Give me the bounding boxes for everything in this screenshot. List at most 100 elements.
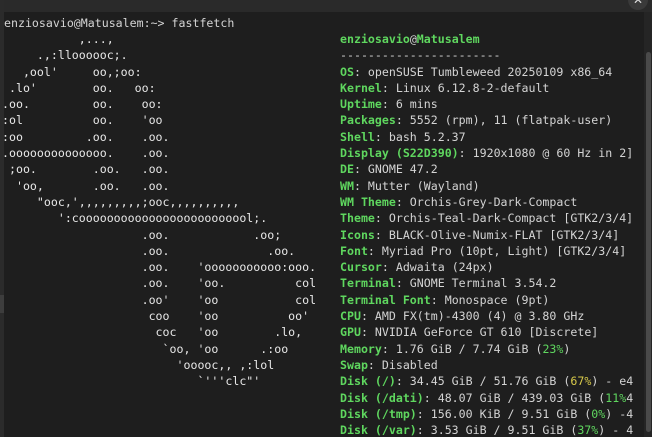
- logo-line: coo 'oo oo': [2, 309, 310, 324]
- info-key: Display (S22D390): [340, 146, 459, 161]
- logo-line: .oooooooooooooo. .oo.: [2, 146, 170, 161]
- info-key: Font: [340, 243, 368, 258]
- info-row-swap: Swap: Disabled: [340, 357, 633, 373]
- disk-percent: 37%: [577, 423, 599, 437]
- logo-line: .oo. 'ooooooooooo:ooo.: [2, 260, 317, 275]
- info-key: Disk (/var): [340, 423, 417, 437]
- separator-line: -----------------------: [340, 48, 501, 63]
- close-button[interactable]: ✕: [628, 0, 648, 10]
- info-value: : BLACK-Olive-Numix-FLAT [GTK2/3/4]: [374, 227, 620, 242]
- info-row: Theme: Orchis-Teal-Dark-Compact [GTK2/3/…: [340, 210, 633, 226]
- info-key: Disk (/dati): [340, 390, 424, 405]
- info-value: : 156.00 KiB / 9.51 GiB (: [416, 406, 592, 421]
- info-key: DE: [340, 162, 354, 177]
- disk-percent: 0%: [591, 406, 606, 421]
- disk-rows: Disk (/): 34.45 GiB / 51.76 GiB (67%) - …: [340, 373, 633, 437]
- info-value: : Monospace (9pt): [430, 292, 550, 307]
- info-value: : Myriad Pro (10pt, Light) [GTK2/3/4]: [367, 243, 627, 258]
- hostname: Matusalem: [416, 32, 480, 46]
- info-value: : Orchis-Teal-Dark-Compact [GTK2/3/4]: [374, 211, 634, 226]
- info-row: Terminal: GNOME Terminal 3.54.2: [340, 275, 633, 291]
- info-value: : 5552 (rpm), 11 (flatpak-user): [395, 113, 613, 128]
- logo-line: .oo. oo. oo:: [2, 97, 163, 112]
- scrollbar[interactable]: [644, 12, 652, 437]
- info-value-tail: 4: [626, 390, 634, 405]
- info-row: DE: GNOME 47.2: [340, 161, 633, 177]
- info-row: OS: openSUSE Tumbleweed 20250109 x86_64: [340, 64, 633, 80]
- info-value: : openSUSE Tumbleweed 20250109 x86_64: [353, 64, 613, 79]
- close-icon: ✕: [632, 0, 644, 7]
- info-rows: OS: openSUSE Tumbleweed 20250109 x86_64 K…: [340, 64, 633, 341]
- logo-line: 'oo, .oo. .oo.: [2, 178, 170, 193]
- logo-line: .oo' 'oo col: [2, 292, 317, 307]
- info-key: Theme: [340, 211, 375, 226]
- info-value: : 48.07 GiB / 439.03 GiB (: [423, 390, 606, 405]
- info-row: Uptime: 6 mins: [340, 96, 633, 112]
- info-value-tail: ): [563, 341, 571, 356]
- logo-line: .oo. 'oo. col: [2, 276, 317, 291]
- info-key: WM: [340, 178, 354, 193]
- info-row: Kernel: Linux 6.12.8-2-default: [340, 80, 633, 96]
- info-row-disk: Disk (/tmp): 156.00 KiB / 9.51 GiB (0%) …: [340, 406, 633, 422]
- info-row: Terminal Font: Monospace (9pt): [340, 292, 633, 308]
- info-row: GPU: NVIDIA GeForce GT 610 [Discrete]: [340, 324, 633, 340]
- logo-line: 'ooooc,, ,:lol: [2, 357, 275, 372]
- info-row: CPU: AMD FX(tm)-4300 (4) @ 3.80 GHz: [340, 308, 633, 324]
- logo-line: ':cooooooooooooooooooooooool;.: [2, 211, 268, 226]
- info-key: Memory: [340, 341, 382, 356]
- info-value: : Linux 6.12.8-2-default: [381, 80, 550, 95]
- username: enziosavio: [340, 32, 410, 46]
- disk-percent: 67%: [570, 374, 592, 389]
- info-value: : 1.76 GiB / 7.74 GiB (: [381, 341, 543, 356]
- info-key: Uptime: [340, 97, 382, 112]
- info-value: : bash 5.2.37: [374, 129, 466, 144]
- info-value: : 34.45 GiB / 51.76 GiB (: [395, 374, 571, 389]
- disk-percent: 11%: [605, 390, 627, 405]
- info-value: : Adwaita (24px): [381, 260, 494, 275]
- info-value-tail: ) - 4: [598, 423, 634, 437]
- info-key: GPU: [340, 325, 361, 340]
- title-bar: ✕: [0, 0, 652, 12]
- info-value: : Disabled: [367, 357, 438, 372]
- logo-line: "ooc,',,,,,,,,,;ooc,,,,,,,,,,: [2, 194, 240, 209]
- info-row: Display (S22D390): 1920x1080 @ 60 Hz in …: [340, 145, 633, 161]
- info-key: Packages: [340, 113, 396, 128]
- info-value: : NVIDIA GeForce GT 610 [Discrete]: [360, 325, 599, 340]
- system-info-panel: enziosavio@Matusalem -------------------…: [340, 31, 633, 437]
- info-row: WM: Mutter (Wayland): [340, 178, 633, 194]
- distro-logo-ascii: ,..., .,:lloooooc;. ,ool' oo,;oo: .lo' o…: [2, 31, 316, 390]
- logo-line: .oo. .oo;: [2, 227, 282, 242]
- info-key: Swap: [340, 357, 368, 372]
- info-value: : 6 mins: [381, 97, 438, 112]
- logo-line: coc 'oo .lo,: [2, 325, 303, 340]
- info-key: CPU: [340, 309, 361, 324]
- info-row-disk: Disk (/dati): 48.07 GiB / 439.03 GiB (11…: [340, 390, 633, 406]
- info-row-disk: Disk (/var): 3.53 GiB / 9.51 GiB (37%) -…: [340, 422, 633, 437]
- info-key: Cursor: [340, 260, 382, 275]
- info-value: : GNOME Terminal 3.54.2: [395, 276, 557, 291]
- info-value: : Orchis-Grey-Dark-Compact: [395, 194, 578, 209]
- info-row: Cursor: Adwaita (24px): [340, 259, 633, 275]
- logo-line: ;oo. .oo. .oo.: [2, 162, 170, 177]
- info-key: WM Theme: [340, 194, 396, 209]
- info-key: Terminal Font: [340, 292, 431, 307]
- user-host-line: enziosavio@Matusalem: [340, 31, 633, 47]
- info-value: : GNOME 47.2: [353, 162, 438, 177]
- info-key: Disk (/): [340, 374, 396, 389]
- info-key: Terminal: [340, 276, 396, 291]
- logo-line: ,...,: [2, 32, 114, 46]
- info-key: Disk (/tmp): [340, 406, 417, 421]
- info-row-disk: Disk (/): 34.45 GiB / 51.76 GiB (67%) - …: [340, 373, 633, 389]
- info-key: OS: [340, 64, 354, 79]
- info-key: Shell: [340, 129, 375, 144]
- shell-prompt: enziosavio@Matusalem:~> fastfetch: [4, 16, 235, 30]
- memory-percent: 23%: [542, 341, 564, 356]
- info-value-tail: ) - e4: [591, 374, 634, 389]
- scrollbar-thumb[interactable]: [646, 52, 651, 432]
- info-row: WM Theme: Orchis-Grey-Dark-Compact: [340, 194, 633, 210]
- info-row: Font: Myriad Pro (10pt, Light) [GTK2/3/4…: [340, 243, 633, 259]
- logo-line: `'''clc"': [2, 374, 261, 389]
- logo-line: :oo .oo. .oo.: [2, 129, 170, 144]
- logo-line: :ol oo. 'oo: [2, 113, 163, 128]
- terminal-window: ✕ enziosavio@Matusalem:~> fastfetch ,...…: [0, 0, 652, 437]
